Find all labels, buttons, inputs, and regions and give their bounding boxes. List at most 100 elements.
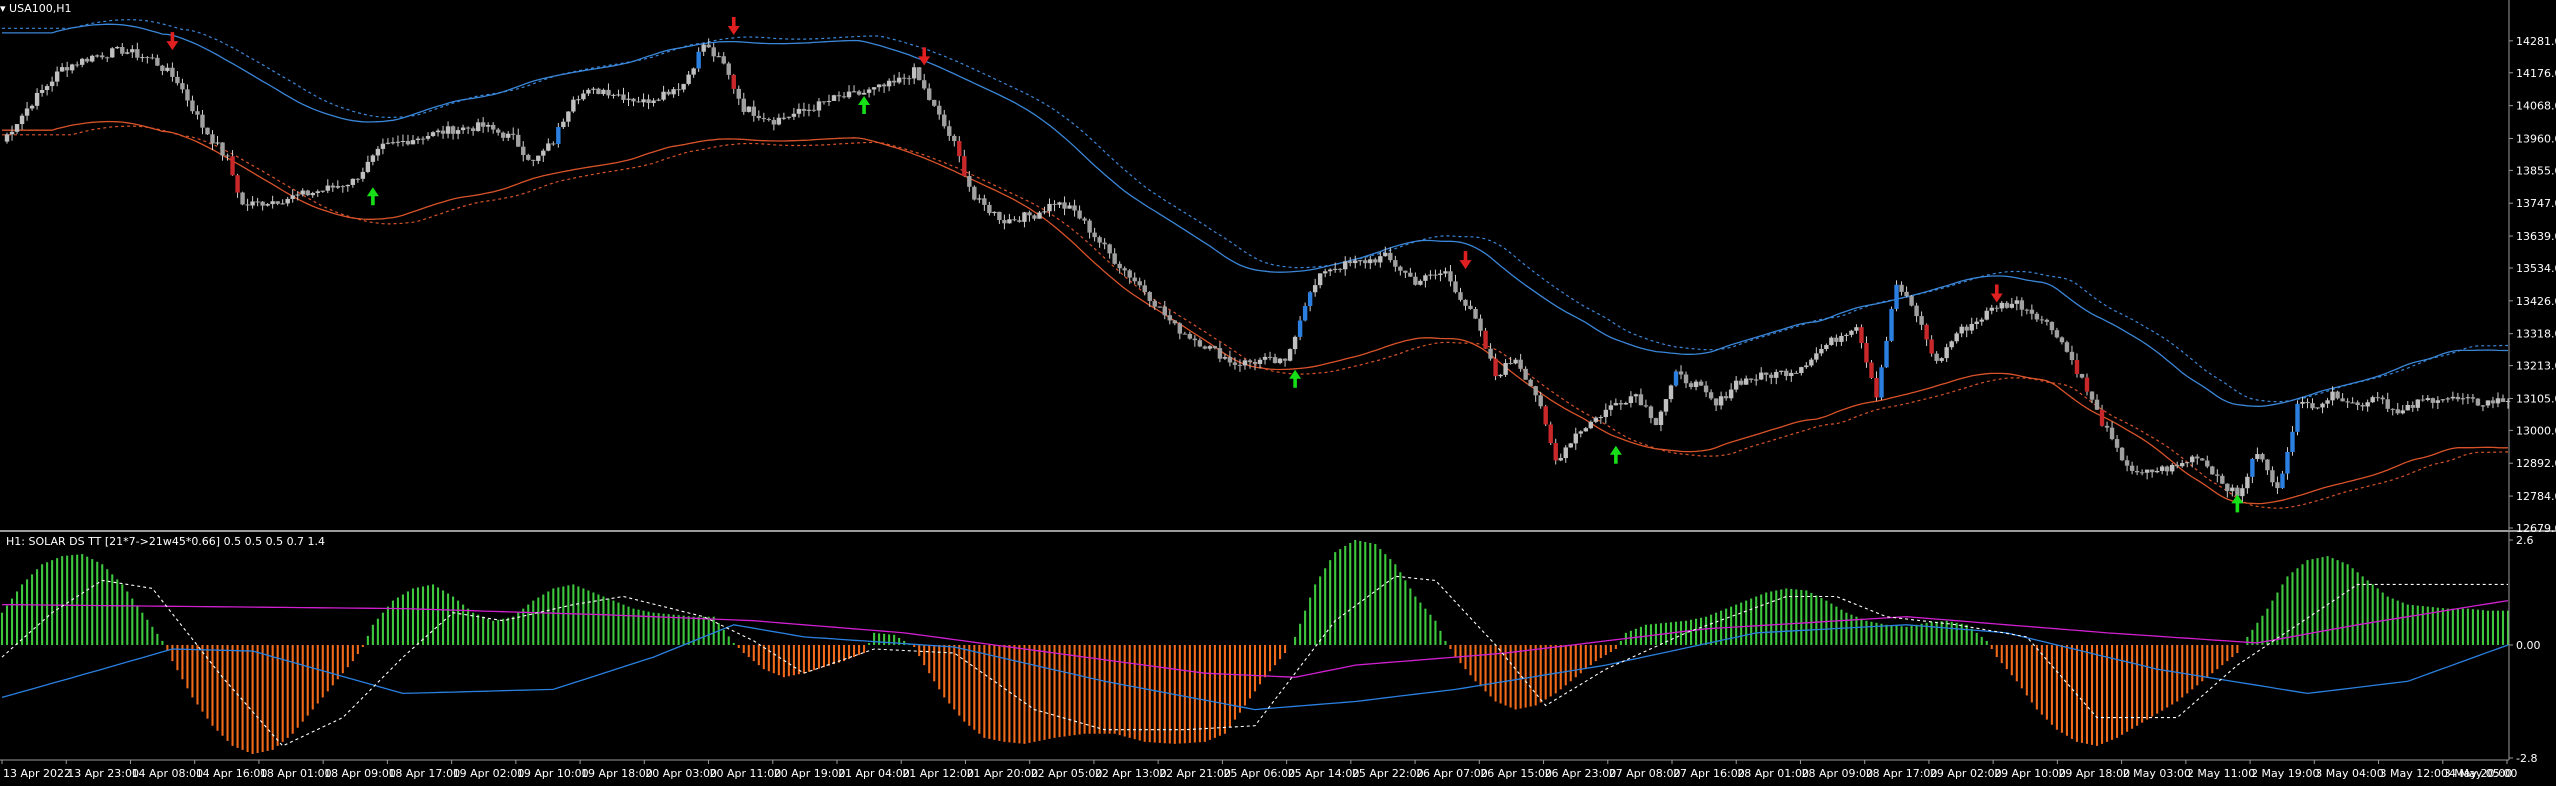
indicator-panel-title: H1: SOLAR DS TT [21*7->21w45*0.66] 0.5 0… [6, 535, 326, 548]
candle-body [170, 67, 175, 77]
candle-body [2009, 303, 2015, 308]
candle-body [1057, 202, 1062, 205]
candle-body [2350, 402, 2355, 404]
time-tick-label: 18 Apr 17:00 [388, 767, 460, 780]
candle-body [2420, 399, 2425, 401]
candle-body [1533, 386, 1538, 396]
candle-body [1854, 327, 1859, 331]
candle-body [2014, 300, 2020, 304]
candle-body [255, 201, 260, 203]
candle-body [621, 94, 626, 100]
candle-body [2069, 351, 2075, 360]
candle-body [601, 89, 606, 95]
candle-body [265, 204, 270, 206]
time-tick-label: 26 Apr 23:00 [1545, 767, 1617, 780]
candle-body [1678, 371, 1684, 375]
indicator-tick-label: 0.00 [2516, 639, 2541, 652]
candle-body [475, 122, 481, 132]
candle-body [1002, 220, 1007, 224]
candle-body [886, 80, 892, 87]
candle-body [1693, 381, 1699, 388]
candle-body [2390, 408, 2395, 410]
candle-body [1242, 360, 1248, 366]
candle-body [696, 51, 701, 69]
candle-body [125, 52, 130, 54]
candle-body [1804, 365, 1809, 368]
candle-body [490, 124, 496, 130]
candle-body [957, 141, 962, 157]
candle-body [691, 68, 696, 75]
candle-body [1368, 259, 1373, 264]
time-tick-label: 25 Apr 06:00 [1223, 767, 1295, 780]
candle-body [1102, 242, 1107, 245]
candle-body [105, 57, 110, 59]
candle-body [2455, 396, 2461, 400]
candle-body [1418, 280, 1423, 285]
candle-body [2094, 399, 2100, 410]
candle-body [1728, 389, 1734, 399]
candle-body [1272, 357, 1278, 364]
candle-body [1899, 284, 1904, 292]
candle-body [485, 124, 491, 127]
candle-body [200, 114, 205, 128]
candle-body [1097, 237, 1102, 243]
time-tick-label: 2 May 03:00 [2123, 767, 2191, 780]
candle-body [871, 87, 877, 90]
candle-body [260, 201, 265, 206]
candle-body [731, 74, 736, 89]
candle-body [1127, 270, 1132, 278]
time-tick-label: 3 May 12:00 [2380, 767, 2448, 780]
candle-body [521, 146, 526, 155]
time-tick-label: 4 May 05:00 [2449, 767, 2517, 780]
candle-body [285, 198, 290, 204]
candle-body [2340, 398, 2345, 402]
candle-body [1809, 359, 1814, 366]
price-tick-label: 13639.0 [2516, 230, 2556, 243]
candle-body [776, 117, 782, 125]
candle-body [2230, 487, 2235, 492]
candle-body [1072, 205, 1077, 211]
candle-body [1934, 353, 1939, 361]
candle-body [1698, 381, 1704, 386]
candle-body [716, 56, 721, 58]
time-tick-label: 28 Apr 17:00 [1866, 767, 1938, 780]
candle-body [415, 138, 421, 141]
candle-body [2099, 409, 2105, 426]
main-panel-title[interactable]: ▾ USA100,H1 [0, 2, 72, 15]
candle-body [841, 96, 847, 98]
candle-body [49, 81, 55, 87]
candle-body [1583, 428, 1588, 432]
candle-body [2260, 454, 2265, 460]
candle-body [1658, 411, 1664, 426]
time-tick-label: 21 Apr 20:00 [966, 767, 1038, 780]
triangle-down-icon[interactable]: ▾ [0, 2, 6, 15]
candle-body [2335, 391, 2340, 399]
candle-body [280, 203, 285, 205]
candle-body [2205, 460, 2210, 467]
candle-body [2315, 407, 2320, 409]
candle-body [1994, 307, 1999, 309]
candle-body [1638, 394, 1644, 406]
candle-body [681, 83, 686, 90]
candle-body [1157, 306, 1162, 308]
candle-body [1834, 337, 1839, 342]
candle-body [2425, 398, 2431, 400]
candle-body [2430, 398, 2436, 403]
candle-body [1282, 358, 1288, 361]
candle-body [851, 91, 857, 93]
candle-body [1302, 306, 1308, 321]
candle-body [180, 83, 185, 90]
candle-body [1007, 219, 1012, 224]
candle-body [666, 91, 671, 95]
candle-body [150, 57, 155, 59]
candle-body [1217, 348, 1223, 359]
candle-body [1062, 202, 1067, 209]
candle-body [1573, 433, 1578, 444]
candle-body [1142, 285, 1147, 293]
time-tick-label: 21 Apr 04:00 [838, 767, 910, 780]
candle-body [2480, 405, 2486, 407]
candle-body [1864, 342, 1869, 363]
candle-body [1388, 252, 1393, 261]
candle-body [2200, 458, 2205, 461]
candle-body [385, 142, 391, 144]
